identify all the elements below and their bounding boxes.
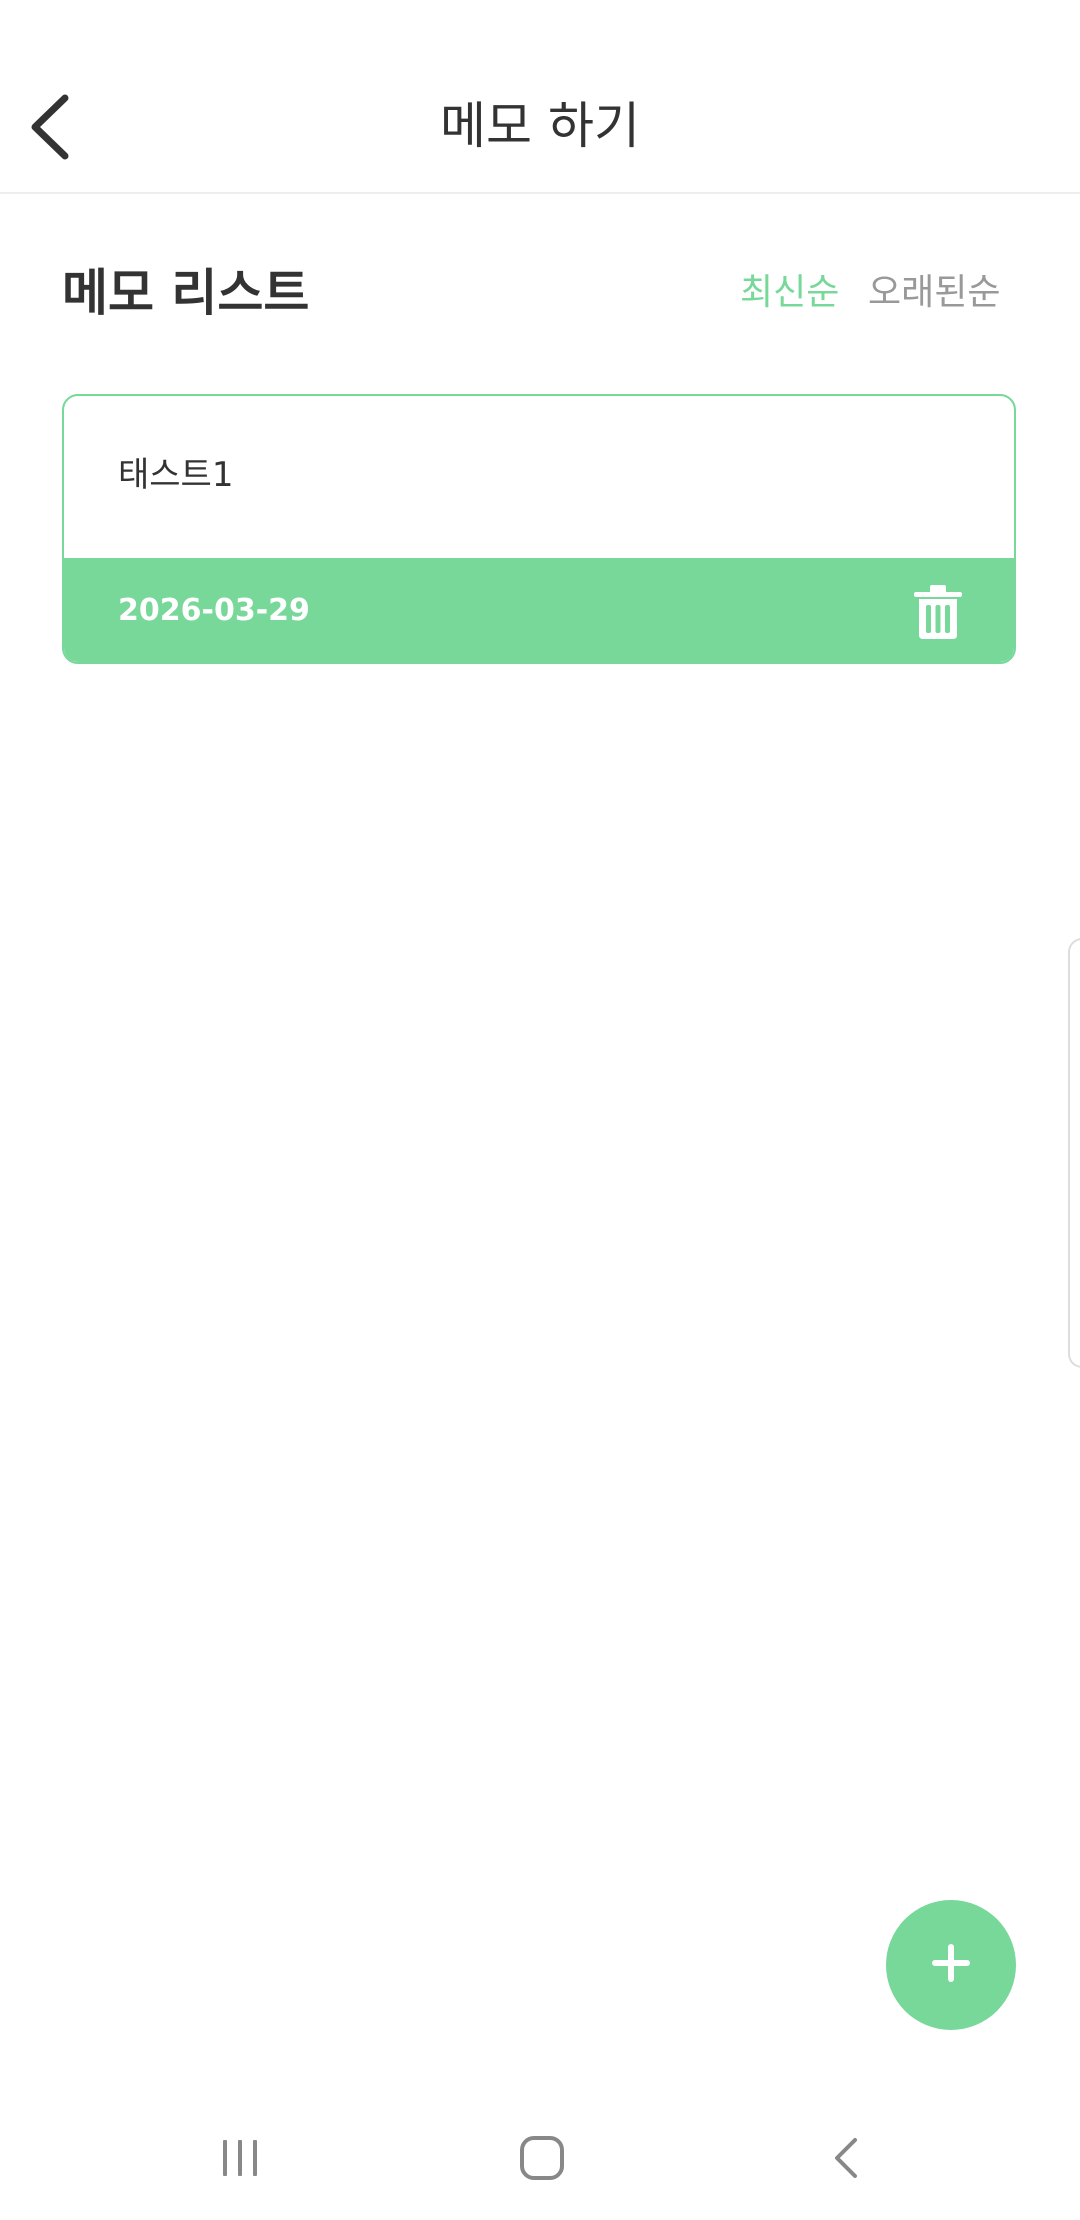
plus-icon [930, 1942, 972, 1988]
system-nav-bar [0, 2100, 1080, 2220]
nav-back-button[interactable] [796, 2120, 896, 2200]
memo-title: 태스트1 [118, 455, 234, 495]
recents-icon [220, 2138, 260, 2182]
home-icon [519, 2135, 565, 2185]
delete-memo-button[interactable] [912, 584, 964, 640]
back-icon [831, 2136, 861, 2184]
memo-date: 2026-03-29 [118, 593, 310, 628]
edge-panel-handle[interactable] [1068, 938, 1080, 1368]
memo-list-title: 메모 리스트 [62, 264, 310, 322]
app-header: 메모 하기 [0, 0, 1080, 194]
memo-card[interactable]: 태스트1 2026-03-29 [62, 394, 1016, 664]
page-title: 메모 하기 [440, 97, 640, 155]
sort-newest-button[interactable]: 최신순 [740, 268, 839, 318]
add-memo-button[interactable] [886, 1900, 1016, 2030]
memo-footer: 2026-03-29 [64, 558, 1014, 662]
trash-icon [912, 585, 964, 644]
recents-button[interactable] [190, 2120, 290, 2200]
home-button[interactable] [492, 2120, 592, 2200]
sort-oldest-button[interactable]: 오래된순 [868, 268, 1000, 318]
